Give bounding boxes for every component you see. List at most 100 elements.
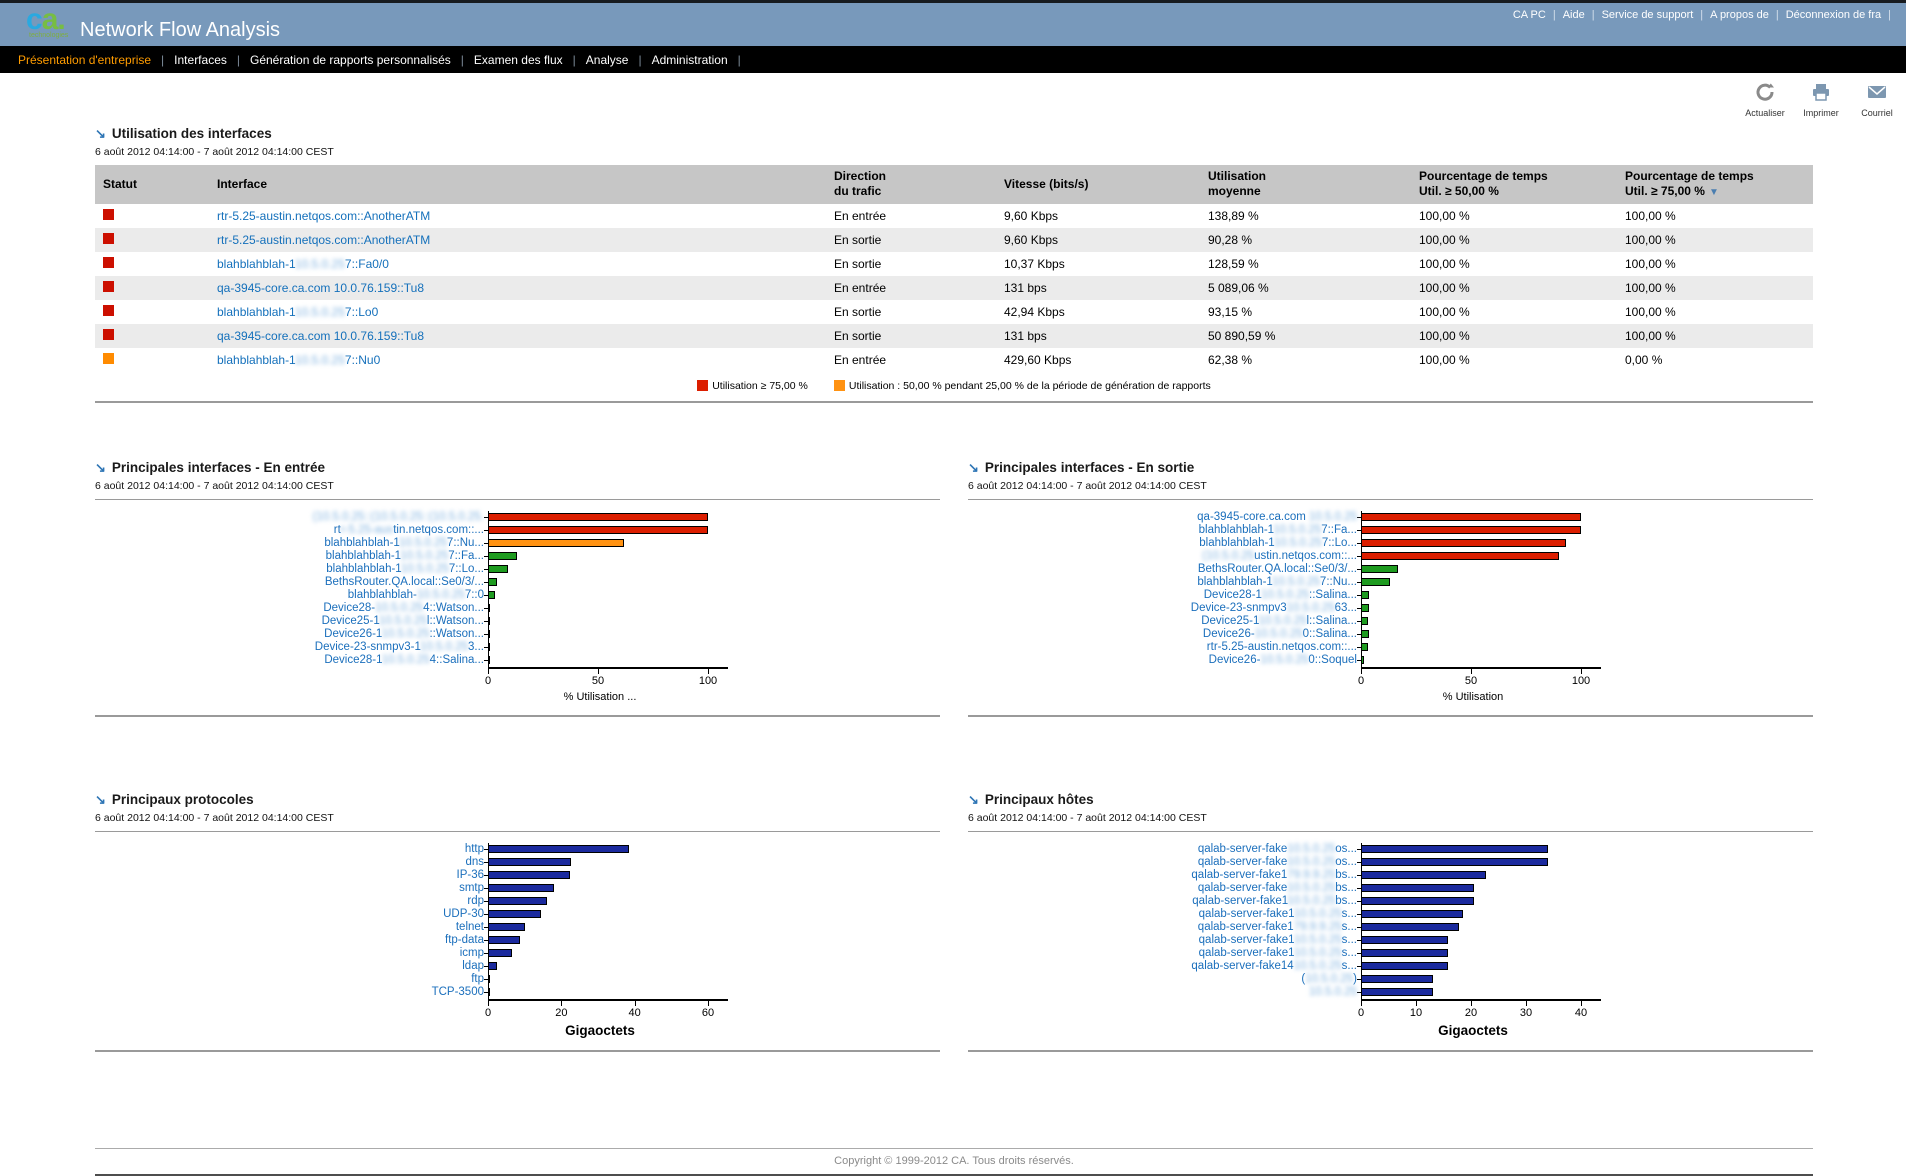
- chart-category-label[interactable]: qalab-server-fake110.5.0.25s...: [968, 934, 1357, 946]
- chart-category-label[interactable]: qalab-server-fake10.5.0.25os...: [968, 843, 1357, 855]
- chart-category-label[interactable]: qalab-server-fake1410.5.0.25s...: [968, 960, 1357, 972]
- column-header-0[interactable]: Statut: [95, 165, 209, 204]
- chart-category-label[interactable]: ftp: [95, 973, 484, 985]
- status-icon: [103, 233, 114, 244]
- chart-category-label[interactable]: Device28-110.5.0.254::Salina...: [95, 654, 484, 666]
- nav-item-2[interactable]: Génération de rapports personnalisés: [250, 53, 451, 67]
- redacted-text: 10.5.0.25: [295, 305, 345, 319]
- chart-category-label[interactable]: blahblahblah-110.5.0.257::Fa...: [95, 550, 484, 562]
- chart-category-label[interactable]: dns: [95, 856, 484, 868]
- chart-category-label[interactable]: telnet: [95, 921, 484, 933]
- redacted-text: 10.5.0.25: [401, 563, 449, 575]
- chart-category-label[interactable]: Device25-110.5.0.25l::Salina...: [968, 615, 1357, 627]
- chart-category-label[interactable]: qa-3945-core.ca.com 10.5.0.25: [968, 511, 1357, 523]
- imprimer-button[interactable]: Imprimer: [1798, 82, 1844, 118]
- chart-category-label[interactable]: 10.5.0.25: [968, 986, 1357, 998]
- nav-item-3[interactable]: Examen des flux: [474, 53, 563, 67]
- chart-category-label[interactable]: Device-23-snmpv310.5.0.2563...: [968, 602, 1357, 614]
- actualiser-button[interactable]: Actualiser: [1742, 82, 1788, 118]
- column-header-2[interactable]: Directiondu trafic: [826, 165, 996, 204]
- chart-category-label[interactable]: qalab-server-fake10.5.0.25os...: [968, 856, 1357, 868]
- chart-bar: [1361, 565, 1398, 573]
- interface-link[interactable]: blahblahblah-110.5.0.257::Nu0: [217, 353, 380, 367]
- chart-category-label[interactable]: blahblahblah-110.5.0.257::Lo...: [968, 537, 1357, 549]
- chart-bar: [488, 552, 517, 560]
- header-link-3[interactable]: A propos de: [1710, 9, 1769, 21]
- chart-category-label[interactable]: (10.5.0.25): [968, 973, 1357, 985]
- chart-category-label[interactable]: blahblahblah-110.5.0.257::Fa...: [968, 524, 1357, 536]
- redacted-text: 10.5.0.25: [1287, 856, 1335, 868]
- chart-category-label[interactable]: blahblahblah-10.5.0.257::0: [95, 589, 484, 601]
- x-tick-label: 0: [1358, 1007, 1364, 1019]
- sort-desc-icon[interactable]: ▼: [1709, 187, 1719, 198]
- column-header-3[interactable]: Vitesse (bits/s): [996, 165, 1200, 204]
- chart-category-label[interactable]: Device28-10.5.0.254::Watson...: [95, 602, 484, 614]
- header-link-2[interactable]: Service de support: [1602, 9, 1694, 21]
- nav-item-0[interactable]: Présentation d'entreprise: [18, 53, 151, 67]
- x-tick-label: 50: [592, 675, 604, 687]
- chart-category-label[interactable]: smtp: [95, 882, 484, 894]
- chart-category-label[interactable]: Device26-10.5.0.250::Soquel: [968, 654, 1357, 666]
- content: ↘Utilisation des interfaces 6 août 2012 …: [0, 125, 1906, 1052]
- chart-category-label[interactable]: blahblahblah-110.5.0.257::Lo...: [95, 563, 484, 575]
- chart-category-label[interactable]: blahblahblah-110.5.0.257::Nu...: [968, 576, 1357, 588]
- chart-category-label[interactable]: qalab-server-fake179.9.9.25bs...: [968, 869, 1357, 881]
- chart-category-label[interactable]: qalab-server-fake179.9.9.25s...: [968, 921, 1357, 933]
- chart-category-label[interactable]: rtr-5.25-austin.netqos.com::...: [968, 641, 1357, 653]
- chart-category-label[interactable]: Device28-110.5.0.25::Salina...: [968, 589, 1357, 601]
- header-link-0[interactable]: CA PC: [1513, 9, 1546, 21]
- section-arrow-icon[interactable]: ↘: [968, 792, 979, 807]
- chart-category-label[interactable]: http: [95, 843, 484, 855]
- nav-item-1[interactable]: Interfaces: [174, 53, 227, 67]
- section-arrow-icon[interactable]: ↘: [95, 126, 106, 141]
- ca-logo[interactable]: ca. technologies: [26, 5, 68, 39]
- chart-category-label[interactable]: TCP-3500: [95, 986, 484, 998]
- chart-category-label[interactable]: Device-23-snmpv3-110.5.0.253...: [95, 641, 484, 653]
- chart-category-label[interactable]: qalab-server-fake110.5.0.25bs...: [968, 895, 1357, 907]
- chart-category-label[interactable]: blahblahblah-110.5.0.257::Nu...: [95, 537, 484, 549]
- chart-category-label[interactable]: qalab-server-fake110.5.0.25s...: [968, 947, 1357, 959]
- chart-category-label[interactable]: qalab-server-fake110.5.0.25s...: [968, 908, 1357, 920]
- nav-item-4[interactable]: Analyse: [586, 53, 629, 67]
- chart-category-label[interactable]: BethsRouter.QA.local::Se0/3/...: [968, 563, 1357, 575]
- x-tick-label: 100: [1572, 675, 1590, 687]
- chart-category-label[interactable]: Device26-110.5.0.25::Watson...: [95, 628, 484, 640]
- interface-link[interactable]: rtr-5.25-austin.netqos.com::AnotherATM: [217, 233, 430, 247]
- courriel-button[interactable]: Courriel: [1854, 82, 1900, 118]
- redacted-text: (10.5.0.25: [1202, 550, 1254, 562]
- redacted-text: 10.5.0.25: [1287, 895, 1335, 907]
- chart-category-label[interactable]: ftp-data: [95, 934, 484, 946]
- chart-category-label[interactable]: icmp: [95, 947, 484, 959]
- chart-category-label[interactable]: qalab-server-fake10.5.0.25bs...: [968, 882, 1357, 894]
- section-arrow-icon[interactable]: ↘: [95, 792, 106, 807]
- chart-category-label[interactable]: IP-36: [95, 869, 484, 881]
- direction-cell: En sortie: [826, 228, 996, 252]
- chart-category-label[interactable]: UDP-30: [95, 908, 484, 920]
- column-header-4[interactable]: Utilisationmoyenne: [1200, 165, 1411, 204]
- interface-link[interactable]: blahblahblah-110.5.0.257::Lo0: [217, 305, 378, 319]
- header-link-1[interactable]: Aide: [1563, 9, 1585, 21]
- section-arrow-icon[interactable]: ↘: [968, 460, 979, 475]
- chart-category-label[interactable]: BethsRouter.QA.local::Se0/3/...: [95, 576, 484, 588]
- chart-category-label[interactable]: Device26-10.5.0.250::Salina...: [968, 628, 1357, 640]
- redacted-text: 10.5.0.25: [1294, 908, 1342, 920]
- nav-item-5[interactable]: Administration: [652, 53, 728, 67]
- column-header-6[interactable]: Pourcentage de tempsUtil. ≥ 75,00 %▼: [1617, 165, 1813, 204]
- interface-link[interactable]: blahblahblah-110.5.0.257::Fa0/0: [217, 257, 389, 271]
- chart-row: blahblahblah-110.5.0.257::Nu...: [968, 576, 1813, 589]
- chart-category-label[interactable]: rdp: [95, 895, 484, 907]
- header-link-4[interactable]: Déconnexion de fra: [1786, 9, 1881, 21]
- chart-category-label[interactable]: Device25-110.5.0.25l::Watson...: [95, 615, 484, 627]
- chart-category-label[interactable]: (10.5.0.25ustin.netqos.com::...: [968, 550, 1357, 562]
- section-arrow-icon[interactable]: ↘: [95, 460, 106, 475]
- interface-link[interactable]: qa-3945-core.ca.com 10.0.76.159::Tu8: [217, 281, 424, 295]
- interface-link[interactable]: rtr-5.25-austin.netqos.com::AnotherATM: [217, 209, 430, 223]
- interface-link[interactable]: qa-3945-core.ca.com 10.0.76.159::Tu8: [217, 329, 424, 343]
- chart-bar: [1361, 988, 1433, 996]
- column-header-1[interactable]: Interface: [209, 165, 826, 204]
- chart-category-label[interactable]: ldap: [95, 960, 484, 972]
- y-axis-line: [488, 511, 489, 668]
- chart-category-label[interactable]: (10.5.0.25::(10.5.0.25::(10.5.0.25.: [95, 511, 484, 523]
- chart-category-label[interactable]: rtr-5.25-austin.netqos.com::...: [95, 524, 484, 536]
- column-header-5[interactable]: Pourcentage de tempsUtil. ≥ 50,00 %: [1411, 165, 1617, 204]
